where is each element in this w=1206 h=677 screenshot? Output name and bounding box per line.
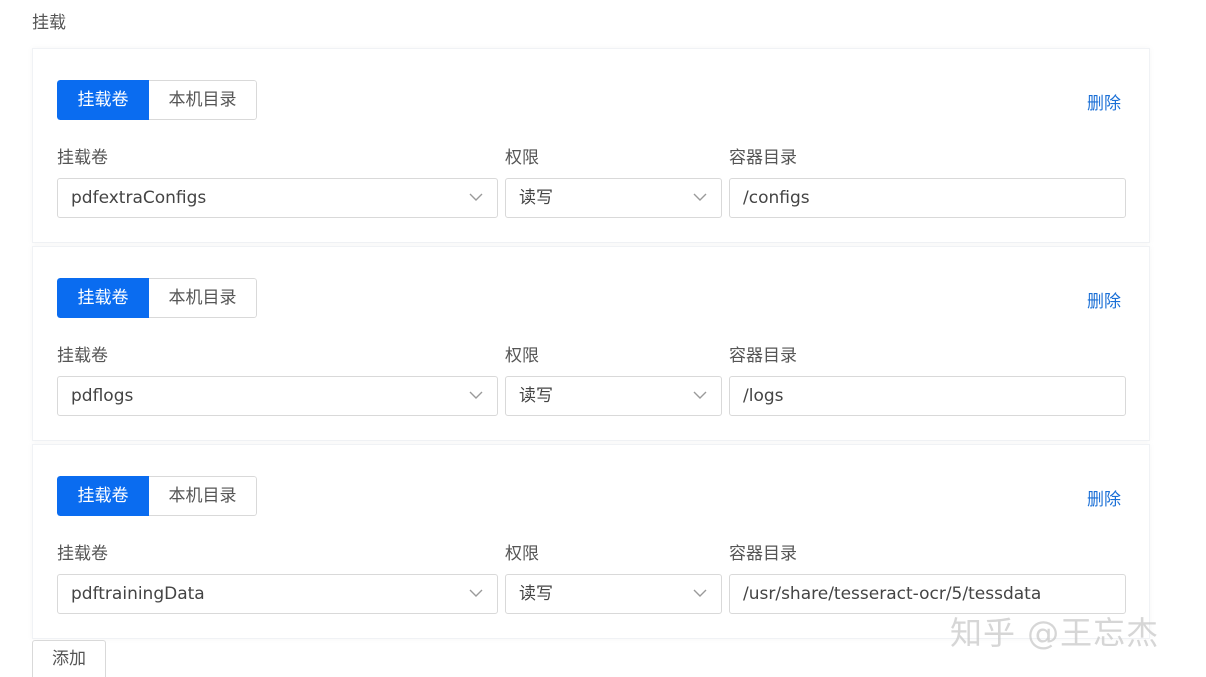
permission-label: 权限 — [505, 544, 539, 564]
permission-select[interactable]: 读写 — [505, 178, 722, 218]
chevron-down-icon — [469, 192, 483, 202]
delete-mount-link[interactable]: 删除 — [1087, 485, 1121, 510]
watermark: 知乎 @王忘杰 — [950, 614, 1160, 652]
volume-select[interactable]: pdfextraConfigs — [57, 178, 498, 218]
container-path-input[interactable]: /configs — [729, 178, 1126, 218]
mount-card: 挂载卷 本机目录 删除 挂载卷 权限 容器目录 pdflogs 读写 /logs — [32, 246, 1150, 441]
chevron-down-icon — [469, 588, 483, 598]
tab-volume[interactable]: 挂载卷 — [57, 278, 149, 318]
tab-host-directory[interactable]: 本机目录 — [149, 278, 257, 318]
volume-select[interactable]: pdflogs — [57, 376, 498, 416]
delete-mount-link[interactable]: 删除 — [1087, 89, 1121, 114]
section-title: 挂载 — [32, 13, 66, 33]
tab-volume[interactable]: 挂载卷 — [57, 80, 149, 120]
container-path-label: 容器目录 — [729, 544, 797, 564]
chevron-down-icon — [469, 390, 483, 400]
container-path-label: 容器目录 — [729, 346, 797, 366]
add-mount-button[interactable]: 添加 — [32, 640, 106, 677]
permission-select-value: 读写 — [519, 188, 553, 208]
permission-select-value: 读写 — [519, 386, 553, 406]
mount-card: 挂载卷 本机目录 删除 挂载卷 权限 容器目录 pdfextraConfigs … — [32, 48, 1150, 243]
permission-select[interactable]: 读写 — [505, 574, 722, 614]
tab-host-directory[interactable]: 本机目录 — [149, 80, 257, 120]
volume-label: 挂载卷 — [57, 544, 108, 564]
chevron-down-icon — [693, 390, 707, 400]
mount-type-toggle: 挂载卷 本机目录 — [57, 278, 257, 318]
permission-label: 权限 — [505, 148, 539, 168]
mount-settings-page: 挂载 挂载卷 本机目录 删除 挂载卷 权限 容器目录 pdfextraConfi… — [0, 0, 1206, 677]
permission-select-value: 读写 — [519, 584, 553, 604]
permission-select[interactable]: 读写 — [505, 376, 722, 416]
volume-select[interactable]: pdftrainingData — [57, 574, 498, 614]
volume-label: 挂载卷 — [57, 148, 108, 168]
permission-label: 权限 — [505, 346, 539, 366]
delete-mount-link[interactable]: 删除 — [1087, 287, 1121, 312]
mount-type-toggle: 挂载卷 本机目录 — [57, 80, 257, 120]
chevron-down-icon — [693, 192, 707, 202]
container-path-label: 容器目录 — [729, 148, 797, 168]
container-path-input[interactable]: /logs — [729, 376, 1126, 416]
volume-label: 挂载卷 — [57, 346, 108, 366]
tab-host-directory[interactable]: 本机目录 — [149, 476, 257, 516]
volume-select-value: pdfextraConfigs — [71, 188, 207, 208]
volume-select-value: pdflogs — [71, 386, 134, 406]
chevron-down-icon — [693, 588, 707, 598]
mount-type-toggle: 挂载卷 本机目录 — [57, 476, 257, 516]
tab-volume[interactable]: 挂载卷 — [57, 476, 149, 516]
volume-select-value: pdftrainingData — [71, 584, 205, 604]
